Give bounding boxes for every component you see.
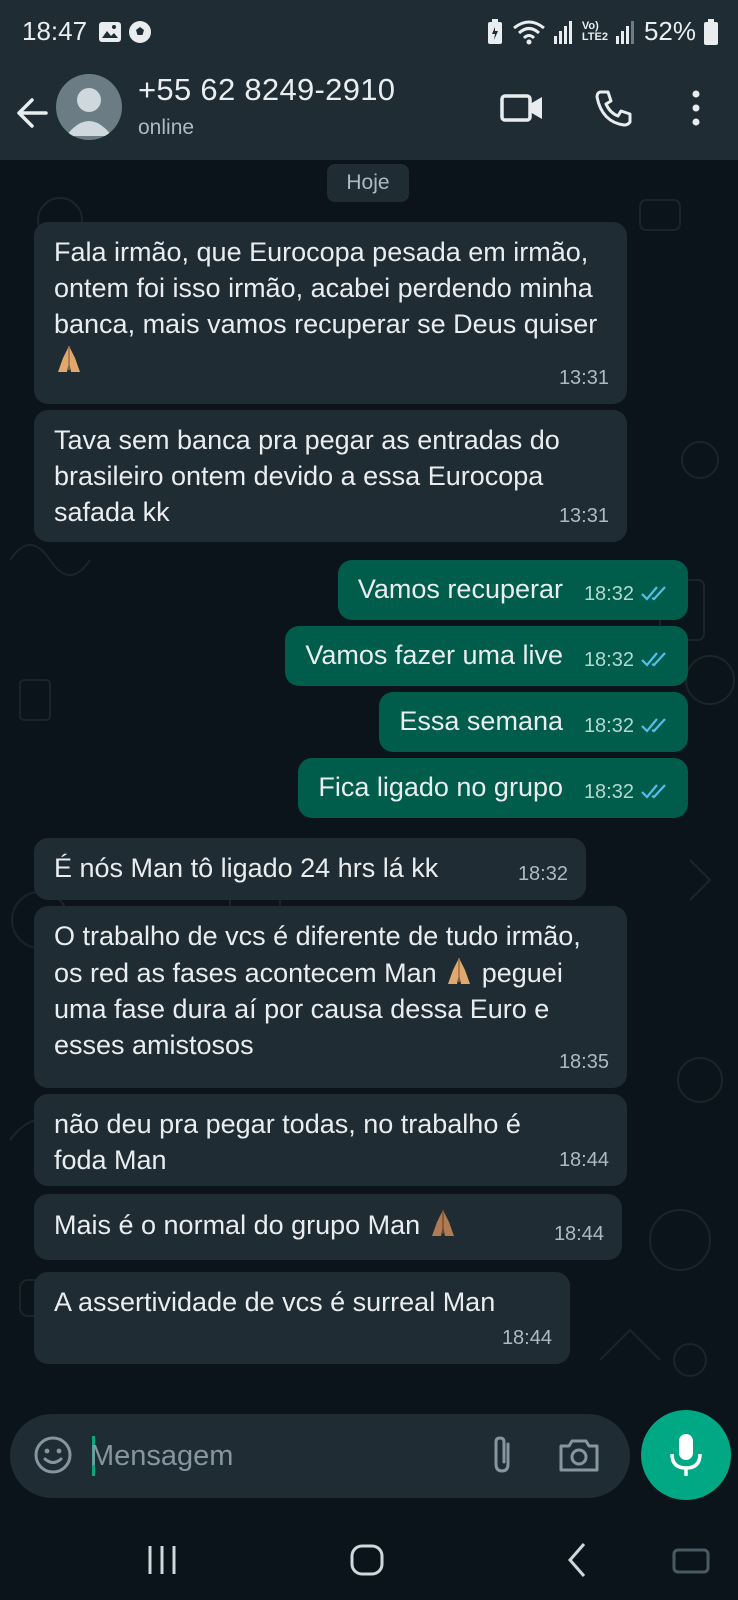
chat-header: +55 62 8249-2910 online	[0, 70, 738, 160]
home-icon[interactable]	[346, 1538, 390, 1582]
date-divider: Hoje	[327, 164, 409, 202]
message-time: 18:32	[584, 774, 670, 810]
message-list[interactable]: Hoje Fala irmão, que Eurocopa pesada em …	[0, 160, 738, 1404]
read-receipt-icon	[641, 652, 666, 667]
message-time: 18:44	[558, 1149, 609, 1171]
message-time: 18:32	[584, 642, 670, 678]
message-text: A assertividade de vcs é surreal Man	[54, 1287, 496, 1317]
contact-status: online	[138, 116, 195, 139]
avatar[interactable]	[56, 74, 122, 140]
message-text: O trabalho de vcs é diferente de tudo ir…	[54, 921, 581, 1060]
mic-button[interactable]	[641, 1410, 731, 1500]
folded-hands-icon	[431, 1210, 454, 1236]
recent-apps-icon[interactable]	[140, 1538, 184, 1582]
message-bubble-outgoing[interactable]: Vamos fazer uma live 18:32	[285, 626, 688, 686]
message-text: Essa semana	[399, 706, 563, 736]
message-text: Vamos recuperar	[357, 574, 563, 604]
message-bubble-incoming[interactable]: Tava sem banca pra pegar as entradas do …	[34, 410, 627, 542]
message-time: 13:31	[558, 505, 609, 527]
message-text: Mais é o normal do grupo Man	[54, 1206, 602, 1243]
message-bubble-incoming[interactable]: A assertividade de vcs é surreal Man 18:…	[34, 1272, 570, 1364]
message-bubble-outgoing[interactable]: Essa semana 18:32	[379, 692, 688, 752]
read-receipt-icon	[641, 784, 666, 799]
arrow-left-icon[interactable]	[12, 88, 52, 138]
read-receipt-icon	[641, 586, 666, 601]
back-icon[interactable]	[556, 1538, 600, 1582]
message-bubble-incoming[interactable]: Fala irmão, que Eurocopa pesada em irmão…	[34, 222, 627, 404]
message-text: não deu pra pegar todas, no trabalho é f…	[54, 1109, 521, 1175]
message-bubble-outgoing[interactable]: Fica ligado no grupo 18:32	[298, 758, 688, 818]
gallery-icon	[99, 22, 121, 42]
emoji-icon[interactable]	[30, 1432, 76, 1478]
keyboard-icon[interactable]	[670, 1538, 714, 1582]
message-text: Tava sem banca pra pegar as entradas do …	[54, 425, 560, 527]
read-receipt-icon	[641, 718, 666, 733]
message-time: 18:32	[517, 863, 568, 885]
phone-icon[interactable]	[590, 84, 638, 132]
folded-hands-icon	[58, 346, 80, 372]
message-time: 18:32	[584, 576, 670, 612]
message-bubble-incoming[interactable]: não deu pra pegar todas, no trabalho é f…	[34, 1094, 627, 1186]
message-time: 18:44	[501, 1327, 552, 1349]
status-bar: 18:47 Vo) LTE2 52%	[0, 0, 738, 70]
camera-icon[interactable]	[556, 1432, 602, 1478]
status-time: 18:47	[22, 16, 88, 46]
message-input[interactable]	[90, 1434, 470, 1478]
message-time: 18:44	[553, 1223, 604, 1245]
battery-percent: 52%	[643, 16, 696, 46]
system-nav-bar	[0, 1520, 738, 1600]
contact-name[interactable]: +55 62 8249-2910	[138, 72, 395, 108]
paperclip-icon[interactable]	[480, 1432, 526, 1478]
message-text: Fala irmão, que Eurocopa pesada em irmão…	[54, 234, 607, 379]
mic-icon	[670, 1434, 702, 1476]
person-icon	[66, 88, 112, 136]
battery-saver-icon	[487, 18, 502, 44]
status-indicators: Vo) LTE2 52%	[486, 16, 718, 47]
video-camera-icon[interactable]	[498, 84, 546, 132]
message-time: 13:31	[558, 367, 609, 389]
wifi-icon	[512, 20, 545, 44]
signal-icon	[553, 20, 572, 44]
network-label: Vo) LTE2	[581, 19, 608, 43]
composer	[10, 1414, 630, 1498]
message-text: É nós Man tô ligado 24 hrs lá kk	[54, 853, 439, 883]
soccer-ball-icon	[129, 21, 151, 43]
message-text: Vamos fazer uma live	[305, 640, 563, 670]
signal-icon	[615, 20, 634, 44]
message-bubble-incoming[interactable]: Mais é o normal do grupo Man 18:44	[34, 1194, 622, 1260]
message-time: 18:35	[558, 1051, 609, 1073]
message-bubble-incoming[interactable]: É nós Man tô ligado 24 hrs lá kk 18:32	[34, 838, 586, 900]
folded-hands-icon	[448, 958, 471, 984]
more-vert-icon[interactable]	[672, 84, 720, 132]
battery-icon	[704, 18, 718, 45]
message-bubble-outgoing[interactable]: Vamos recuperar 18:32	[337, 560, 688, 620]
message-text: Fica ligado no grupo	[318, 772, 563, 802]
message-bubble-incoming[interactable]: O trabalho de vcs é diferente de tudo ir…	[34, 906, 627, 1088]
message-time: 18:32	[584, 708, 670, 744]
